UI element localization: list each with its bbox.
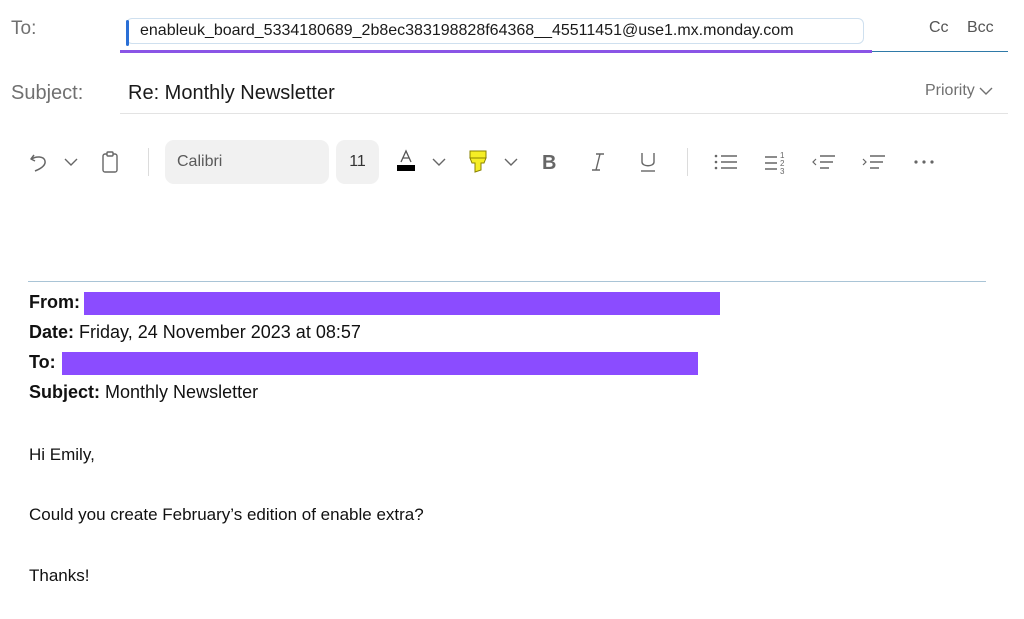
decrease-indent-icon[interactable] [810, 150, 838, 174]
toolbar-separator [148, 148, 149, 176]
underline-icon[interactable] [637, 150, 659, 174]
font-color-icon[interactable] [394, 148, 418, 176]
to-field-underline [872, 51, 1008, 52]
toolbar-separator [687, 148, 688, 176]
priority-label: Priority [925, 82, 975, 99]
quoted-date-label: Date: [29, 322, 75, 342]
quoted-to-label: To: [29, 352, 56, 372]
bcc-button[interactable]: Bcc [967, 19, 994, 37]
numbered-list-icon[interactable]: 123 [762, 148, 790, 176]
svg-text:3: 3 [780, 167, 785, 175]
formatting-toolbar: Calibri 11 B 123 [0, 140, 1024, 184]
undo-options-chevron-icon[interactable] [62, 155, 80, 169]
quoted-from-line: From: [29, 292, 80, 313]
to-field-focus-underline [120, 50, 872, 53]
more-icon[interactable] [911, 150, 937, 174]
body-greeting: Hi Emily, [29, 445, 95, 464]
text-caret [126, 20, 129, 46]
redacted-to-address [62, 352, 698, 375]
quoted-subject-line: Subject: Monthly Newsletter [29, 382, 258, 403]
font-color-chevron-icon[interactable] [430, 155, 448, 169]
priority-dropdown[interactable]: Priority [925, 82, 993, 100]
highlighter-icon[interactable] [466, 148, 490, 176]
quoted-subject-label: Subject: [29, 382, 101, 402]
subject-label: Subject: [11, 82, 84, 104]
bold-icon[interactable]: B [538, 150, 560, 174]
chevron-down-icon [979, 87, 993, 95]
quoted-date-line: Date: Friday, 24 November 2023 at 08:57 [29, 322, 361, 343]
body-line: Could you create February’s edition of e… [29, 505, 424, 524]
quoted-from-label: From: [29, 292, 80, 312]
quoted-subject-value: Monthly Newsletter [105, 382, 259, 402]
redacted-from-address [84, 292, 720, 315]
quoted-message-separator [28, 281, 986, 282]
cc-button[interactable]: Cc [929, 19, 949, 37]
to-recipient-address: enableuk_board_5334180689_2b8ec383198828… [140, 22, 794, 39]
to-label: To: [11, 18, 37, 39]
subject-input[interactable]: Re: Monthly Newsletter [128, 82, 335, 105]
body-signoff: Thanks! [29, 566, 90, 585]
font-name-selector[interactable]: Calibri [165, 140, 329, 184]
bulleted-list-icon[interactable] [712, 150, 740, 174]
quoted-date-value: Friday, 24 November 2023 at 08:57 [79, 322, 361, 342]
undo-icon[interactable] [26, 150, 52, 174]
to-recipient-chip[interactable]: enableuk_board_5334180689_2b8ec383198828… [126, 18, 864, 46]
font-size-selector[interactable]: 11 [336, 140, 379, 184]
increase-indent-icon[interactable] [860, 150, 888, 174]
italic-icon[interactable] [587, 150, 609, 174]
clipboard-icon[interactable] [99, 150, 121, 174]
quoted-to-line: To: [29, 352, 56, 373]
highlight-chevron-icon[interactable] [502, 155, 520, 169]
svg-text:B: B [542, 152, 556, 173]
subject-field-underline [120, 113, 1008, 114]
